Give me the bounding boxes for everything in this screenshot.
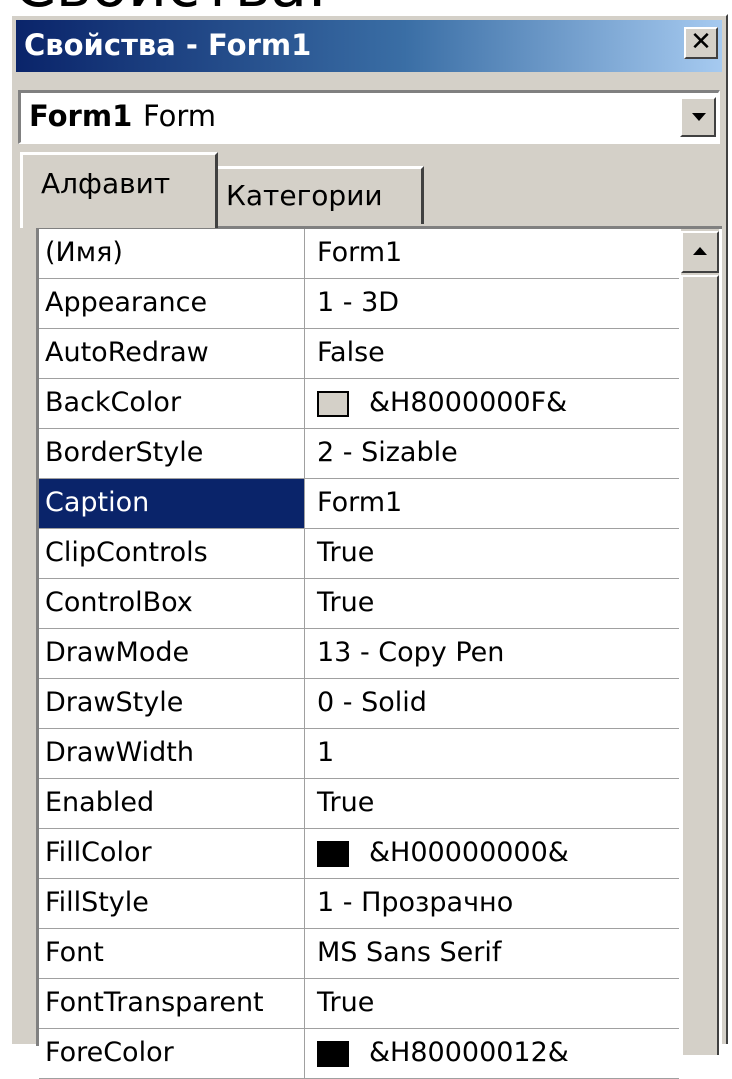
property-value-text: &H80000012& [369, 1037, 569, 1068]
close-button[interactable]: ✕ [684, 27, 718, 59]
scroll-up-arrow-icon[interactable] [681, 231, 719, 273]
property-value[interactable]: &H00000000& [311, 829, 675, 878]
property-row[interactable]: FontTransparent True [39, 979, 679, 1029]
property-value[interactable]: Form1 [311, 479, 675, 528]
chevron-down-icon[interactable] [680, 97, 716, 137]
property-name[interactable]: ForeColor [39, 1029, 305, 1078]
property-name[interactable]: DrawStyle [39, 679, 305, 728]
scroll-thumb[interactable] [681, 275, 719, 1055]
property-value[interactable]: 2 - Sizable [311, 429, 675, 478]
property-value[interactable]: 1 - Прозрачно [311, 879, 675, 928]
property-row[interactable]: FillStyle 1 - Прозрачно [39, 879, 679, 929]
property-name[interactable]: Enabled [39, 779, 305, 828]
property-row[interactable]: DrawMode 13 - Copy Pen [39, 629, 679, 679]
property-name[interactable]: FillColor [39, 829, 305, 878]
property-row[interactable]: ControlBox True [39, 579, 679, 629]
property-name[interactable]: Caption [39, 479, 305, 528]
property-row[interactable]: BackColor &H8000000F& [39, 379, 679, 429]
property-value[interactable]: 1 - 3D [311, 279, 675, 328]
property-value[interactable]: &H80000012& [311, 1029, 675, 1078]
object-type: Form [143, 99, 217, 133]
property-row[interactable]: Appearance 1 - 3D [39, 279, 679, 329]
property-value-text: &H00000000& [369, 837, 569, 868]
property-value-text: &H8000000F& [369, 387, 568, 418]
color-swatch [317, 391, 349, 417]
property-row[interactable]: AutoRedraw False [39, 329, 679, 379]
property-row[interactable]: BorderStyle 2 - Sizable [39, 429, 679, 479]
property-value[interactable]: &H8000000F& [311, 379, 675, 428]
property-name[interactable]: BackColor [39, 379, 305, 428]
vertical-scrollbar[interactable] [679, 229, 719, 1055]
property-name[interactable]: FontTransparent [39, 979, 305, 1028]
property-row[interactable]: Caption Form1 [39, 479, 679, 529]
property-name[interactable]: DrawWidth [39, 729, 305, 778]
property-name[interactable]: FillStyle [39, 879, 305, 928]
property-row[interactable]: Enabled True [39, 779, 679, 829]
property-value[interactable]: True [311, 579, 675, 628]
property-value[interactable]: 0 - Solid [311, 679, 675, 728]
property-name[interactable]: ClipControls [39, 529, 305, 578]
property-row[interactable]: DrawWidth 1 [39, 729, 679, 779]
property-value[interactable]: True [311, 779, 675, 828]
property-name[interactable]: (Имя) [39, 229, 305, 278]
properties-window: Свойства - Form1 ✕ Form1 Form Алфавит Ка… [10, 14, 728, 1079]
object-name: Form1 [29, 99, 133, 133]
object-selector[interactable]: Form1 Form [18, 90, 720, 144]
property-row[interactable]: DrawStyle 0 - Solid [39, 679, 679, 729]
window-title: Свойства - Form1 [24, 28, 312, 62]
property-value[interactable]: True [311, 979, 675, 1028]
property-row[interactable]: ForeColor &H80000012& [39, 1029, 679, 1079]
property-name[interactable]: Appearance [39, 279, 305, 328]
color-swatch [317, 1041, 349, 1067]
property-value[interactable]: Form1 [311, 229, 675, 278]
property-value[interactable]: True [311, 529, 675, 578]
title-bar[interactable]: Свойства - Form1 ✕ [16, 20, 722, 72]
property-row[interactable]: Font MS Sans Serif [39, 929, 679, 979]
close-icon: ✕ [690, 27, 712, 57]
property-row[interactable]: FillColor &H00000000& [39, 829, 679, 879]
property-value[interactable]: False [311, 329, 675, 378]
property-grid: (Имя) Form1 Appearance 1 - 3D AutoRedraw Fals… [36, 226, 722, 1079]
property-name[interactable]: ControlBox [39, 579, 305, 628]
tab-alphabetic[interactable]: Алфавит [20, 152, 218, 228]
property-name[interactable]: Font [39, 929, 305, 978]
property-row[interactable]: ClipControls True [39, 529, 679, 579]
property-row[interactable]: (Имя) Form1 [39, 229, 679, 279]
property-name[interactable]: AutoRedraw [39, 329, 305, 378]
property-value[interactable]: 1 [311, 729, 675, 778]
property-value[interactable]: MS Sans Serif [311, 929, 675, 978]
property-value[interactable]: 13 - Copy Pen [311, 629, 675, 678]
tab-categorized[interactable]: Категории [218, 166, 424, 224]
property-name[interactable]: DrawMode [39, 629, 305, 678]
property-name[interactable]: BorderStyle [39, 429, 305, 478]
color-swatch [317, 841, 349, 867]
